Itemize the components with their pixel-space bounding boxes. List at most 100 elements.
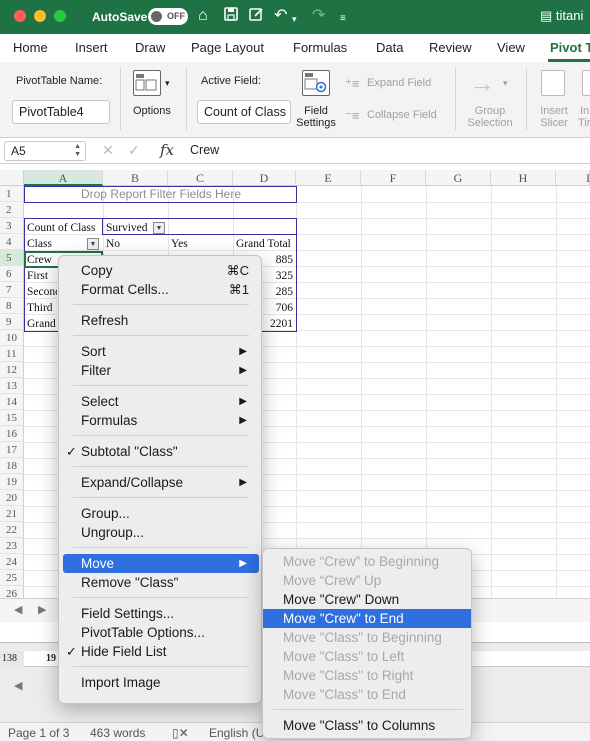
submenu-item-move-class-to-end[interactable]: Move "Class" to End xyxy=(263,685,471,704)
column-header-d[interactable]: D xyxy=(233,170,296,186)
pivot-class-header[interactable]: Class xyxy=(25,236,85,252)
column-header-b[interactable]: B xyxy=(103,170,168,186)
undo-dropdown-icon[interactable]: ▾ xyxy=(292,9,297,29)
submenu-item-move-class-to-right[interactable]: Move "Class" to Right xyxy=(263,666,471,685)
column-header-h[interactable]: H xyxy=(491,170,556,186)
background-scroll-left-icon[interactable]: ◀ xyxy=(14,679,22,692)
menu-item-copy[interactable]: Copy ⌘C xyxy=(63,261,259,280)
row-header[interactable]: 3 xyxy=(0,218,24,234)
formula-input[interactable]: Crew xyxy=(190,143,219,157)
submenu-item-move-class-to-columns[interactable]: Move "Class" to Columns xyxy=(263,716,471,735)
tab-pivot-table[interactable]: Pivot T xyxy=(550,40,590,55)
pivot-grand-total-header[interactable]: Grand Total xyxy=(234,236,296,252)
row-header[interactable]: 15 xyxy=(0,410,24,426)
home-icon[interactable]: ⌂ xyxy=(198,6,208,26)
row-header[interactable]: 19 xyxy=(0,474,24,490)
tab-insert[interactable]: Insert xyxy=(75,40,108,55)
insert-function-button[interactable]: fx xyxy=(160,141,174,159)
menu-item-move[interactable]: Move ▶ xyxy=(63,554,259,573)
column-header-i[interactable]: I xyxy=(556,170,590,186)
column-header-c[interactable]: C xyxy=(168,170,233,186)
menu-item-refresh[interactable]: Refresh xyxy=(63,311,259,330)
submenu-item-move-crew-up[interactable]: Move “Crew” Up xyxy=(263,571,471,590)
menu-item-remove-class[interactable]: Remove "Class" xyxy=(63,573,259,592)
name-box[interactable]: A5 ▲ ▼ xyxy=(4,141,86,161)
menu-item-expand-collapse[interactable]: Expand/Collapse ▶ xyxy=(63,473,259,492)
row-header[interactable]: 5 xyxy=(0,250,24,266)
row-header[interactable]: 20 xyxy=(0,490,24,506)
previous-sheet-icon[interactable]: ◀ xyxy=(14,603,22,616)
pivot-row-label[interactable]: Second xyxy=(25,284,57,300)
row-header[interactable]: 21 xyxy=(0,506,24,522)
row-header[interactable]: 14 xyxy=(0,394,24,410)
minimize-window-button[interactable] xyxy=(34,10,46,22)
status-language[interactable]: English (U xyxy=(209,726,264,740)
row-header[interactable]: 23 xyxy=(0,538,24,554)
class-filter-dropdown-icon[interactable]: ▼ xyxy=(87,238,99,250)
tab-data[interactable]: Data xyxy=(376,40,403,55)
tab-page-layout[interactable]: Page Layout xyxy=(191,40,264,55)
autosave-toggle[interactable]: OFF xyxy=(148,8,188,25)
row-header[interactable]: 17 xyxy=(0,442,24,458)
row-header[interactable]: 9 xyxy=(0,314,24,330)
tab-formulas[interactable]: Formulas xyxy=(293,40,347,55)
column-header-a[interactable]: A xyxy=(24,170,103,186)
proofing-icon[interactable]: ▯✕ xyxy=(172,726,189,740)
row-header[interactable]: 16 xyxy=(0,426,24,442)
zoom-window-button[interactable] xyxy=(54,10,66,22)
redo-icon[interactable]: ↷ xyxy=(312,6,325,26)
submenu-item-move-crew-to-end[interactable]: Move "Crew" to End xyxy=(263,609,471,628)
pivot-no-header[interactable]: No xyxy=(104,236,164,252)
submenu-item-move-class-to-beginning[interactable]: Move "Class" to Beginning xyxy=(263,628,471,647)
row-header[interactable]: 13 xyxy=(0,378,24,394)
pivot-yes-header[interactable]: Yes xyxy=(169,236,229,252)
menu-item-import-image[interactable]: Import Image xyxy=(63,673,259,692)
pivot-row-label[interactable]: Grand xyxy=(25,316,57,332)
row-header[interactable]: 12 xyxy=(0,362,24,378)
row-header[interactable]: 4 xyxy=(0,234,24,250)
edit-icon[interactable] xyxy=(248,6,264,28)
row-header[interactable]: 18 xyxy=(0,458,24,474)
menu-item-group[interactable]: Group... xyxy=(63,504,259,523)
tab-review[interactable]: Review xyxy=(429,40,472,55)
tab-view[interactable]: View xyxy=(497,40,525,55)
tab-draw[interactable]: Draw xyxy=(135,40,165,55)
column-header-e[interactable]: E xyxy=(296,170,361,186)
save-icon[interactable] xyxy=(223,6,239,28)
submenu-item-move-class-to-left[interactable]: Move "Class" to Left xyxy=(263,647,471,666)
row-header[interactable]: 10 xyxy=(0,330,24,346)
survived-filter-dropdown-icon[interactable]: ▼ xyxy=(153,222,165,234)
confirm-icon[interactable]: ✓ xyxy=(128,142,140,159)
name-box-stepper-icon[interactable]: ▲ ▼ xyxy=(74,143,81,159)
row-header[interactable]: 2 xyxy=(0,202,24,218)
menu-item-field-settings[interactable]: Field Settings... xyxy=(63,604,259,623)
menu-item-format-cells[interactable]: Format Cells... ⌘1 xyxy=(63,280,259,299)
pivot-count-label[interactable]: Count of Class xyxy=(25,220,103,236)
select-all-corner[interactable] xyxy=(0,170,24,186)
submenu-item-move-crew-down[interactable]: Move "Crew" Down xyxy=(263,590,471,609)
row-header[interactable]: 24 xyxy=(0,554,24,570)
row-header[interactable]: 1 xyxy=(0,186,24,202)
menu-item-filter[interactable]: Filter ▶ xyxy=(63,361,259,380)
pivot-table-name-input[interactable]: PivotTable4 xyxy=(12,100,110,124)
menu-item-hide-field-list[interactable]: ✓ Hide Field List xyxy=(63,642,259,661)
tab-home[interactable]: Home xyxy=(13,40,48,55)
menu-item-ungroup[interactable]: Ungroup... xyxy=(63,523,259,542)
menu-item-subtotal-class[interactable]: ✓ Subtotal "Class" xyxy=(63,442,259,461)
customize-toolbar-icon[interactable]: ≡ xyxy=(340,9,346,29)
pivot-row-label[interactable]: Third xyxy=(25,300,57,316)
menu-item-sort[interactable]: Sort ▶ xyxy=(63,342,259,361)
column-header-f[interactable]: F xyxy=(361,170,426,186)
active-field-input[interactable]: Count of Class xyxy=(197,100,291,124)
close-window-button[interactable] xyxy=(14,10,26,22)
undo-icon[interactable]: ↶ xyxy=(274,6,287,26)
menu-item-formulas[interactable]: Formulas ▶ xyxy=(63,411,259,430)
row-header[interactable]: 8 xyxy=(0,298,24,314)
row-header[interactable]: 11 xyxy=(0,346,24,362)
pivot-row-label[interactable]: First xyxy=(25,268,57,284)
submenu-item-move-crew-to-beginning[interactable]: Move “Crew” to Beginning xyxy=(263,552,471,571)
menu-item-select[interactable]: Select ▶ xyxy=(63,392,259,411)
column-header-g[interactable]: G xyxy=(426,170,491,186)
menu-item-pivottable-options[interactable]: PivotTable Options... xyxy=(63,623,259,642)
row-header[interactable]: 25 xyxy=(0,570,24,586)
